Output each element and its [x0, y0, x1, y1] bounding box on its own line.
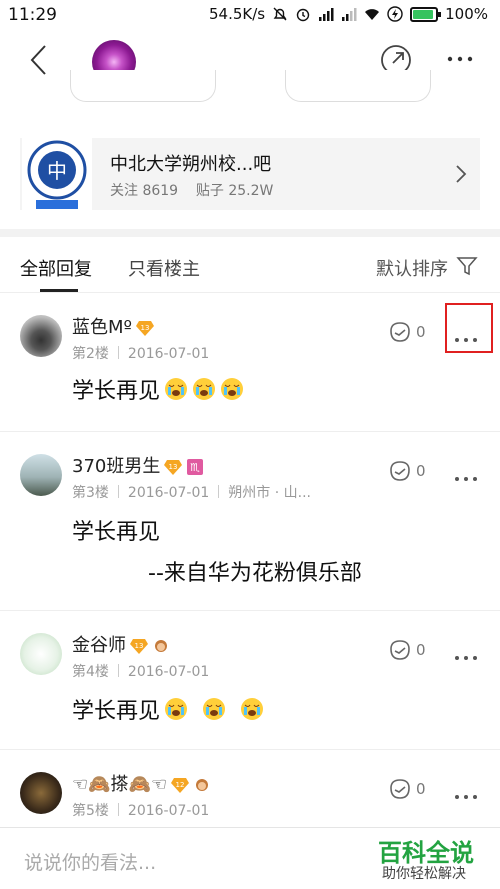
pill-button-left[interactable]	[70, 70, 216, 102]
chevron-right-icon	[456, 165, 467, 183]
status-time: 11:29	[8, 5, 57, 25]
status-icons: 54.5K/s 100%	[209, 5, 488, 23]
like-count: 0	[416, 780, 426, 798]
wifi-icon	[365, 9, 380, 20]
crying-emoji-icon	[165, 378, 188, 400]
reply-item[interactable]: 蓝色Mº 13 第2楼 2016-07-01 学长再见 0	[0, 293, 500, 432]
forum-card[interactable]: 中 中北大学朔州校...吧 关注 8619 贴子 25.2W	[20, 138, 480, 210]
pill-button-right[interactable]	[285, 70, 431, 102]
floor-number: 第4楼	[72, 664, 109, 680]
more-options-button[interactable]	[455, 784, 483, 799]
svg-text:♏: ♏	[190, 461, 200, 474]
filter-icon[interactable]	[456, 255, 478, 277]
forum-logo: 中	[22, 138, 92, 210]
active-tab-indicator	[40, 289, 78, 292]
signal-2-icon	[342, 8, 357, 21]
forum-post-count: 贴子 25.2W	[195, 183, 274, 199]
like-icon[interactable]	[388, 459, 412, 483]
crying-emoji-icon	[165, 698, 188, 720]
username[interactable]: ☜🙈搽🙈☜ 12	[72, 770, 211, 796]
alarm-icon	[296, 8, 310, 22]
like-count: 0	[416, 641, 426, 659]
crying-emoji-icon	[193, 378, 216, 400]
reply-date: 2016-07-01	[127, 803, 210, 819]
floor-number: 第3楼	[72, 485, 109, 501]
charging-icon	[387, 6, 403, 22]
like-count: 0	[416, 323, 426, 341]
level-badge-icon: 13	[136, 321, 155, 336]
like-icon[interactable]	[388, 320, 412, 344]
avatar[interactable]	[20, 315, 62, 357]
floor-number: 第2楼	[72, 346, 109, 362]
svg-text:12: 12	[176, 781, 185, 789]
signal-icon	[319, 8, 334, 21]
svg-text:中: 中	[47, 159, 67, 183]
avatar[interactable]	[20, 454, 62, 496]
more-horizontal-icon[interactable]	[440, 44, 480, 74]
zodiac-badge-icon: ♏	[187, 459, 204, 475]
crying-emoji-icon	[221, 378, 244, 400]
username[interactable]: 蓝色Mº 13	[72, 313, 155, 339]
reply-content: 学长再见	[72, 693, 264, 725]
reply-tabs: 全部回复 只看楼主 默认排序	[0, 237, 500, 293]
reply-signature: --来自华为花粉俱乐部	[148, 561, 362, 586]
forum-stats: 关注 8619 贴子 25.2W	[110, 180, 273, 200]
battery-icon	[410, 6, 442, 22]
more-options-button[interactable]	[455, 645, 483, 660]
chevron-left-icon[interactable]	[20, 40, 60, 80]
crying-emoji-icon	[241, 698, 264, 720]
section-divider	[0, 229, 500, 237]
comment-input[interactable]: 说说你的看法...	[24, 848, 156, 875]
svg-text:13: 13	[141, 324, 150, 332]
highlight-box	[445, 303, 493, 353]
reply-item[interactable]: 370班男生 13 ♏ 第3楼 2016-07-01 朔州市 · 山... 学长再见 -…	[0, 432, 500, 611]
level-badge-icon: 13	[130, 639, 148, 654]
svg-text:13: 13	[135, 642, 144, 650]
username[interactable]: 金谷师 13	[72, 631, 170, 657]
comment-bar: 说说你的看法... 百科全说 助你轻松解决	[0, 827, 500, 889]
reply-meta: 第3楼 2016-07-01 朔州市 · 山...	[72, 482, 311, 502]
reply-date: 2016-07-01	[127, 664, 210, 680]
reply-meta: 第4楼 2016-07-01	[72, 661, 209, 681]
more-options-button[interactable]	[455, 466, 483, 481]
status-bar: 11:29 54.5K/s 100%	[0, 0, 500, 30]
level-badge-icon: 13	[164, 460, 183, 475]
tab-all-replies[interactable]: 全部回复	[20, 255, 92, 281]
like-count: 0	[416, 462, 426, 480]
reply-date: 2016-07-01	[127, 485, 210, 501]
forum-name: 中北大学朔州校...吧	[110, 154, 272, 175]
mute-bell-icon	[273, 7, 287, 21]
svg-text:13: 13	[169, 463, 178, 471]
reply-date: 2016-07-01	[127, 346, 210, 362]
like-icon[interactable]	[388, 638, 412, 662]
crying-emoji-icon	[203, 698, 226, 720]
reply-meta: 第5楼 2016-07-01	[72, 800, 209, 820]
floor-number: 第5楼	[72, 803, 109, 819]
reply-content: 学长再见	[72, 373, 244, 405]
battery-percent: 100%	[445, 5, 488, 23]
reply-location: 朔州市 · 山...	[228, 485, 311, 501]
reply-meta: 第2楼 2016-07-01	[72, 343, 209, 363]
tab-owner-only[interactable]: 只看楼主	[128, 255, 200, 281]
reply-item[interactable]: ☜🙈搽🙈☜ 12 第5楼 2016-07-01 0	[0, 750, 500, 827]
level-badge-icon: 12	[171, 778, 190, 793]
like-icon[interactable]	[388, 777, 412, 801]
watermark-tagline: 助你轻松解决	[382, 866, 466, 882]
reply-content: 学长再见	[72, 520, 161, 545]
monkey-badge-icon	[155, 640, 167, 652]
avatar[interactable]	[20, 633, 62, 675]
reply-item[interactable]: 金谷师 13 第4楼 2016-07-01 学长再见 0	[0, 611, 500, 750]
network-speed: 54.5K/s	[209, 5, 266, 23]
forum-follow-count: 关注 8619	[110, 183, 179, 199]
username[interactable]: 370班男生 13 ♏	[72, 452, 204, 478]
sort-dropdown[interactable]: 默认排序	[376, 255, 448, 281]
monkey-badge-icon	[196, 779, 209, 791]
avatar[interactable]	[20, 772, 62, 814]
